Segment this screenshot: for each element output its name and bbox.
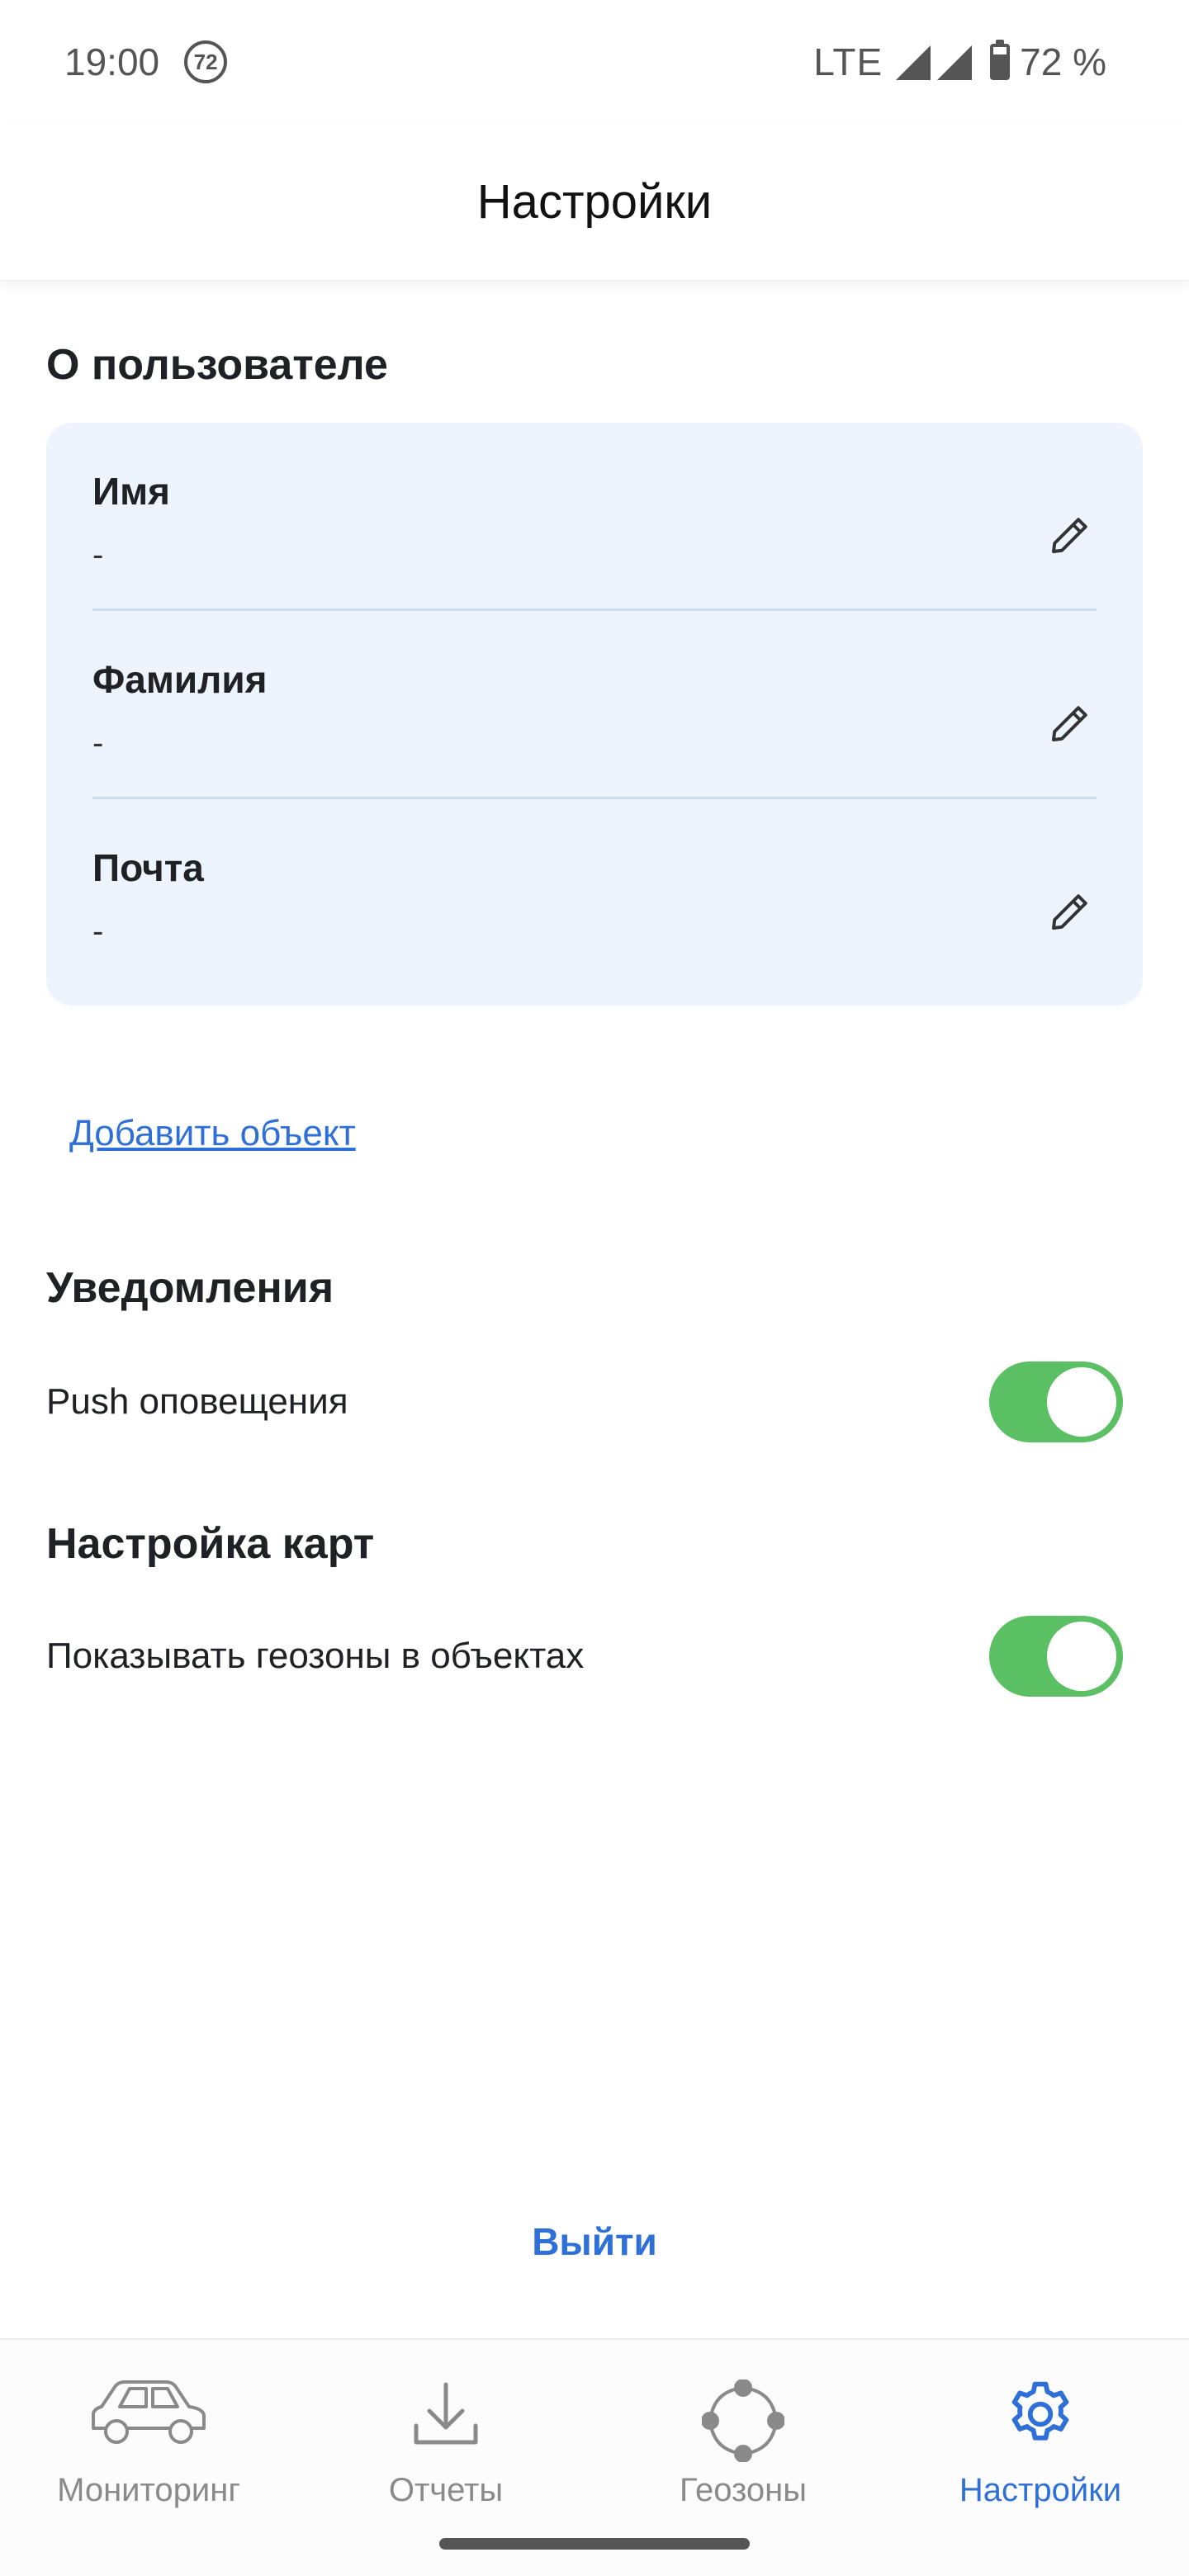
edit-name-button[interactable]: [1044, 509, 1097, 561]
toggle-knob: [1047, 1367, 1116, 1437]
notifications-section-title: Уведомления: [46, 1264, 334, 1312]
settings-screen: 19:00 72 LTE 72 % Настройки О пользовате…: [0, 0, 1189, 2576]
battery-level: 72 %: [1020, 40, 1106, 83]
geozones-label: Показывать геозоны в объектах: [46, 1636, 585, 1676]
field-value: -: [92, 913, 104, 949]
pencil-icon: [1052, 706, 1087, 741]
nav-label: Мониторинг: [57, 2472, 240, 2508]
logout-button[interactable]: Выйти: [0, 2213, 1189, 2271]
signal-icon: [896, 45, 973, 80]
status-left: 19:00 72: [64, 40, 228, 84]
push-notifications-label: Push оповещения: [46, 1381, 348, 1422]
field-label: Почта: [92, 846, 204, 889]
download-icon: [411, 2365, 481, 2464]
add-object-link[interactable]: Добавить объект: [69, 1113, 356, 1154]
status-time: 19:00: [64, 40, 160, 83]
field-label: Имя: [92, 470, 170, 513]
profile-card: Имя - Фамилия - Почта -: [46, 423, 1143, 1006]
profile-row-email: Почта -: [92, 799, 1097, 987]
edit-surname-button[interactable]: [1044, 697, 1097, 750]
gear-icon: [1002, 2365, 1078, 2464]
status-right: LTE 72 %: [813, 40, 1106, 84]
car-icon: [87, 2365, 211, 2464]
profile-row-name: Имя -: [92, 423, 1097, 611]
pencil-icon: [1052, 518, 1087, 553]
geozone-icon: [702, 2365, 784, 2464]
field-value: -: [92, 725, 104, 761]
user-section-title: О пользователе: [46, 341, 388, 389]
status-bar: 19:00 72 LTE 72 %: [0, 0, 1189, 124]
app-header: Настройки: [0, 124, 1189, 281]
field-value: -: [92, 537, 104, 573]
battery-icon: [990, 40, 1011, 80]
pencil-icon: [1052, 894, 1087, 930]
geozones-toggle[interactable]: [989, 1616, 1123, 1697]
nav-label: Геозоны: [679, 2472, 807, 2508]
network-type: LTE: [813, 40, 883, 83]
home-indicator[interactable]: [439, 2538, 750, 2550]
nav-item-monitoring[interactable]: Мониторинг: [0, 2340, 297, 2576]
nav-item-settings[interactable]: Настройки: [892, 2340, 1189, 2576]
field-label: Фамилия: [92, 658, 268, 701]
edit-email-button[interactable]: [1044, 885, 1097, 938]
push-notifications-toggle[interactable]: [989, 1361, 1123, 1442]
map-section-title: Настройка карт: [46, 1520, 375, 1568]
nav-label: Отчеты: [388, 2472, 504, 2508]
nav-label: Настройки: [959, 2472, 1122, 2508]
page-title: Настройки: [476, 175, 713, 229]
notification-badge-icon: 72: [184, 40, 228, 83]
toggle-knob: [1047, 1622, 1116, 1691]
geozones-row: Показывать геозоны в объектах: [46, 1615, 1143, 1698]
profile-row-surname: Фамилия -: [92, 611, 1097, 799]
push-notifications-row: Push оповещения: [46, 1361, 1143, 1443]
